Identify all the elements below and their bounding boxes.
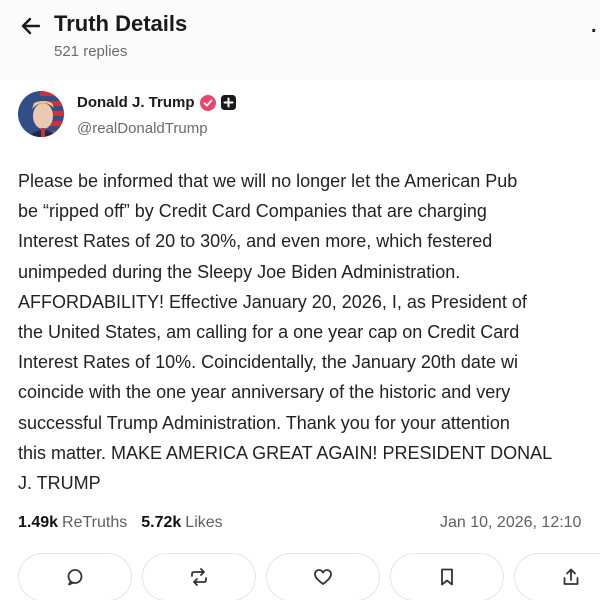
retruths-stat[interactable]: 1.49k ReTruths <box>18 514 127 532</box>
post-line: J. TRUMP <box>18 472 101 493</box>
more-icon[interactable]: . <box>591 16 597 36</box>
arrow-left-icon <box>21 17 41 35</box>
avatar[interactable] <box>18 91 64 137</box>
post-line: Interest Rates of 20 to 30%, and even mo… <box>18 231 493 252</box>
header-bar: Truth Details 521 replies . <box>0 0 600 80</box>
like-icon <box>314 569 332 585</box>
post-line: the United States, am calling for a one … <box>18 321 520 342</box>
share-icon <box>563 568 579 585</box>
reply-button[interactable] <box>18 553 132 600</box>
likes-count: 5.72k <box>141 514 182 531</box>
post-line: successful Trump Administration. Thank y… <box>18 412 510 433</box>
verified-badge-icon <box>199 94 216 111</box>
like-button[interactable] <box>266 553 380 600</box>
post-line: unimpeded during the Sleepy Joe Biden Ad… <box>18 261 461 282</box>
author-name-row: Donald J. Trump <box>77 94 236 111</box>
share-button[interactable] <box>514 553 600 600</box>
post-line: be “ripped off” by Credit Card Companies… <box>18 201 487 222</box>
post-line: AFFORDABILITY! Effective January 20, 202… <box>18 291 527 312</box>
bookmark-icon <box>441 568 453 586</box>
post-timestamp: Jan 10, 2026, 12:10 <box>440 514 582 531</box>
retruths-count: 1.49k <box>18 514 59 531</box>
post-line: coincide with the one year anniversary o… <box>18 382 511 403</box>
bookmark-button[interactable] <box>390 553 504 600</box>
author-name[interactable]: Donald J. Trump <box>77 94 195 111</box>
author-handle[interactable]: @realDonaldTrump <box>77 120 208 137</box>
add-badge-icon <box>220 95 236 110</box>
post-line: this matter. MAKE AMERICA GREAT AGAIN! P… <box>18 442 553 463</box>
likes-stat[interactable]: 5.72k Likes <box>141 514 222 532</box>
post-stats: 1.49k ReTruths 5.72k Likes <box>18 514 237 532</box>
page-title: Truth Details <box>54 11 188 36</box>
post-line: Please be informed that we will no longe… <box>18 171 518 191</box>
avatar-image <box>18 91 64 137</box>
reply-count: 521 replies <box>54 43 128 60</box>
truth-details-page: Truth Details 521 replies . Donald J. Tr… <box>0 0 600 600</box>
likes-label: Likes <box>185 514 223 531</box>
post-line: Interest Rates of 10%. Coincidentally, t… <box>18 352 518 373</box>
reply-icon <box>67 569 83 586</box>
retruth-button[interactable] <box>142 553 256 600</box>
retruth-icon <box>191 568 207 586</box>
back-button[interactable] <box>16 12 46 40</box>
post-body: Please be informed that we will no longe… <box>18 166 600 498</box>
retruths-label: ReTruths <box>62 514 128 531</box>
